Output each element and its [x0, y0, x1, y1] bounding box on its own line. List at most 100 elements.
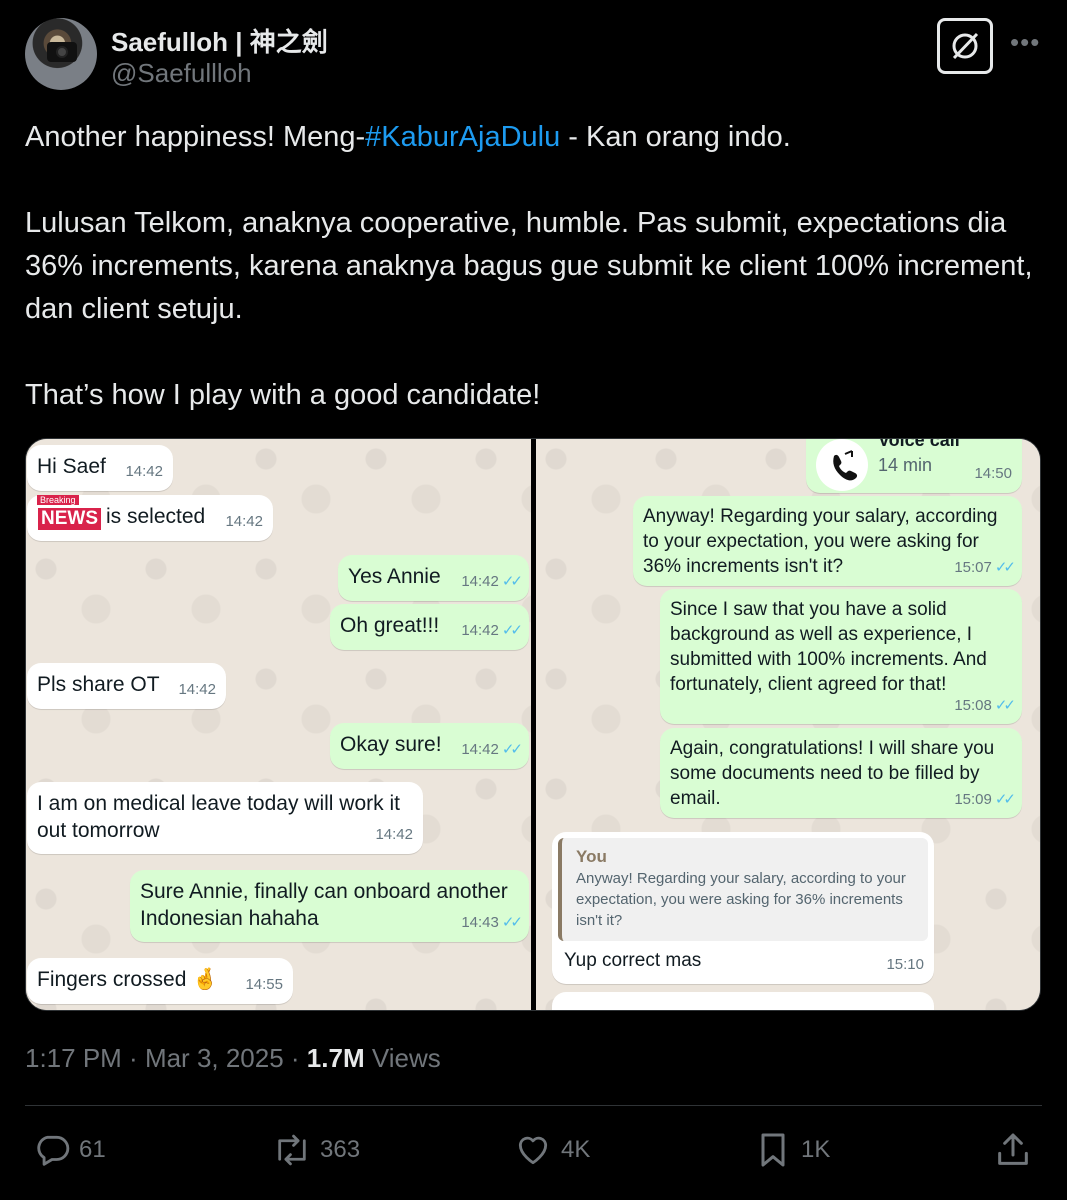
chat-message-in: Pls share OT 14:42 — [27, 663, 226, 709]
read-receipt-icon: ✓✓ — [501, 741, 523, 758]
chat-message-in-cropped — [552, 992, 934, 1010]
message-time-with-ticks: 15:08 ✓✓ — [954, 693, 1016, 718]
avatar[interactable] — [25, 18, 97, 90]
message-text: Okay sure! — [340, 733, 442, 756]
share-button[interactable] — [993, 1122, 1041, 1178]
message-time-with-ticks: 14:42 ✓✓ — [461, 617, 523, 644]
bookmark-button[interactable]: 1K — [753, 1122, 830, 1178]
reply-button[interactable]: 61 — [33, 1122, 106, 1178]
tweet-line-1: Another happiness! Meng-#KaburAjaDulu - … — [25, 116, 1045, 159]
chat-reply-message: You Anyway! Regarding your salary, accor… — [552, 832, 934, 984]
read-receipt-icon: ✓✓ — [501, 622, 523, 639]
message-text: Oh great!!! — [340, 614, 440, 637]
message-text: Yup correct mas — [564, 950, 702, 971]
voice-call-bubble: Voice call 14 min 14:50 — [806, 439, 1022, 493]
message-text: Hi Saef — [37, 455, 106, 478]
message-text: is selected — [106, 505, 206, 528]
read-receipt-icon: ✓✓ — [994, 791, 1016, 808]
message-time: 14:50 — [974, 465, 1012, 482]
tweet-text-part: - Kan orang indo. — [560, 121, 791, 153]
read-receipt-icon: ✓✓ — [501, 914, 523, 931]
message-time: 14:43 — [461, 914, 499, 931]
breaking-label: Breaking — [37, 494, 79, 505]
more-options-icon[interactable]: ••• — [1010, 29, 1040, 56]
message-time: 15:09 — [954, 791, 992, 808]
message-time-with-ticks: 15:07 ✓✓ — [954, 555, 1016, 580]
grok-button[interactable] — [937, 18, 993, 74]
tweet-text-part: Another happiness! Meng- — [25, 121, 366, 153]
author-handle[interactable]: @Saefullloh — [111, 58, 252, 89]
chat-message-in: Hi Saef 14:42 — [27, 445, 173, 491]
message-text: Yes Annie — [348, 565, 441, 588]
separator: · — [121, 1043, 145, 1073]
tweet-header: Saefulloh | 神之劍 @Saefullloh ••• — [25, 18, 1042, 90]
news-label: NEWS — [37, 506, 102, 531]
reply-icon — [37, 1135, 70, 1166]
phone-call-icon — [816, 439, 868, 491]
chat-message-out: Okay sure! 14:42 ✓✓ — [330, 723, 529, 769]
author-display-name[interactable]: Saefulloh | 神之劍 — [111, 22, 328, 59]
message-time: 15:10 — [886, 956, 924, 973]
message-time: 14:42 — [461, 622, 499, 639]
message-time: 14:55 — [245, 976, 283, 993]
chat-message-out: Again, congratulations! I will share you… — [660, 728, 1022, 818]
read-receipt-icon: ✓✓ — [501, 573, 523, 590]
message-time: 14:42 — [225, 513, 263, 530]
tweet-time[interactable]: 1:17 PM — [25, 1043, 122, 1073]
like-count: 4K — [561, 1136, 591, 1163]
views-count: 1.7M — [306, 1043, 365, 1073]
bookmark-icon — [761, 1133, 785, 1167]
message-time: 15:08 — [954, 697, 992, 714]
quoted-author: You — [576, 847, 607, 866]
separator: · — [283, 1043, 307, 1073]
reply-count: 61 — [79, 1136, 106, 1163]
message-text: Pls share OT — [37, 673, 160, 696]
chat-screenshot-right[interactable]: Voice call 14 min 14:50 Anyway! Regardin… — [536, 439, 1040, 1010]
repost-button[interactable]: 363 — [272, 1122, 360, 1178]
message-time: 14:42 — [125, 463, 163, 480]
bookmark-count: 1K — [801, 1136, 831, 1163]
chat-message-out: Sure Annie, finally can onboard another … — [130, 870, 529, 942]
chat-message-out: Yes Annie 14:42 ✓✓ — [338, 555, 529, 601]
chat-message-out: Oh great!!! 14:42 ✓✓ — [330, 604, 529, 650]
grok-icon — [952, 32, 979, 60]
message-time-with-ticks: 15:09 ✓✓ — [954, 787, 1016, 812]
chat-message-out: Since I saw that you have a solid backgr… — [660, 589, 1022, 724]
chat-message-out: Anyway! Regarding your salary, according… — [633, 496, 1022, 586]
tweet-timestamp-row: 1:17 PM · Mar 3, 2025 · 1.7M Views — [25, 1043, 441, 1074]
repost-icon — [278, 1134, 306, 1166]
message-text: I am on medical leave today will work it… — [37, 792, 400, 842]
tweet-paragraph-3: That’s how I play with a good candidate! — [25, 379, 541, 411]
message-text: Fingers crossed 🤞 — [37, 968, 219, 991]
heart-icon — [518, 1136, 548, 1165]
quoted-text: Anyway! Regarding your salary, according… — [576, 870, 906, 929]
tweet-actions: 61 363 4K 1K — [25, 1122, 1042, 1178]
camera-lens-shape — [56, 46, 68, 58]
message-time: 14:42 — [461, 573, 499, 590]
hashtag-link[interactable]: #KaburAjaDulu — [365, 121, 560, 153]
tweet-text: Another happiness! Meng-#KaburAjaDulu - … — [25, 116, 1045, 417]
share-icon — [998, 1133, 1028, 1165]
views-label: Views — [364, 1043, 441, 1073]
message-time: 14:42 — [461, 741, 499, 758]
tweet-paragraph-2: Lulusan Telkom, anaknya cooperative, hum… — [25, 207, 1033, 325]
chat-message-in: Breaking NEWS is selected 14:42 — [27, 494, 273, 541]
breaking-news-sticker: Breaking NEWS — [37, 494, 102, 531]
repost-count: 363 — [320, 1136, 361, 1163]
chat-message-in: Fingers crossed 🤞 14:55 — [27, 958, 293, 1004]
call-duration: 14 min — [878, 455, 933, 475]
message-time-with-ticks: 14:43 ✓✓ — [461, 909, 523, 936]
quoted-message[interactable]: You Anyway! Regarding your salary, accor… — [558, 838, 928, 941]
chat-screenshot-left[interactable]: Hi Saef 14:42 Breaking NEWS is selected … — [26, 439, 531, 1010]
message-time-with-ticks: 14:42 ✓✓ — [461, 736, 523, 763]
like-button[interactable]: 4K — [513, 1122, 590, 1178]
divider — [25, 1105, 1042, 1106]
tweet-media[interactable]: Hi Saef 14:42 Breaking NEWS is selected … — [25, 438, 1041, 1011]
message-text: Since I saw that you have a solid backgr… — [670, 599, 987, 695]
read-receipt-icon: ✓✓ — [994, 697, 1016, 714]
chat-message-in: I am on medical leave today will work it… — [27, 782, 423, 854]
read-receipt-icon: ✓✓ — [994, 559, 1016, 576]
message-time: 14:42 — [375, 826, 413, 843]
message-time-with-ticks: 14:42 ✓✓ — [461, 568, 523, 595]
tweet-date[interactable]: Mar 3, 2025 — [145, 1043, 284, 1073]
